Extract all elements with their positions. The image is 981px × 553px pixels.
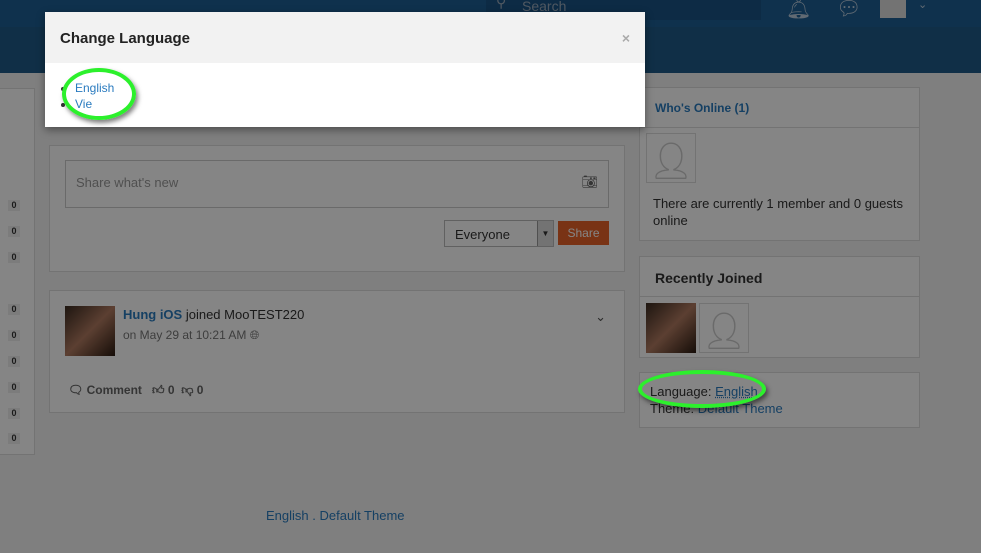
highlight-annotation: [62, 68, 136, 120]
highlight-annotation: [638, 370, 766, 408]
change-language-modal: Change Language× English Vie: [45, 12, 645, 127]
modal-title: Change Language: [60, 30, 191, 47]
close-icon[interactable]: ×: [622, 30, 630, 46]
